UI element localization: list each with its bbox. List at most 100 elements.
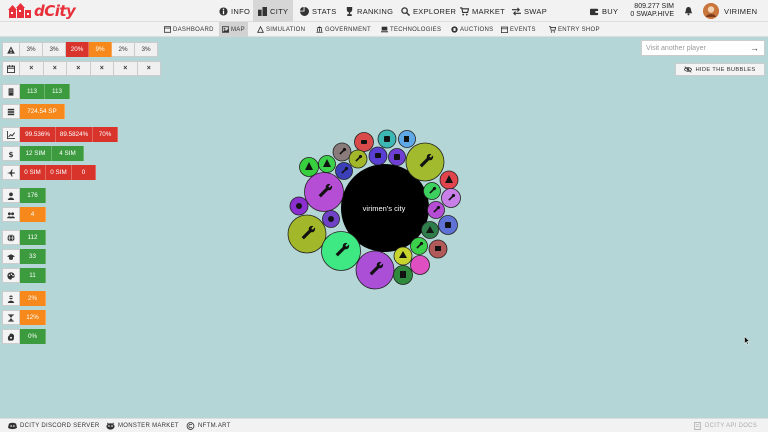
calendar-close-button[interactable]: × bbox=[43, 61, 67, 76]
population-cell: 176 bbox=[20, 188, 46, 203]
svg-text:$: $ bbox=[8, 150, 13, 158]
discord-icon bbox=[8, 422, 17, 430]
calendar-close-button[interactable]: × bbox=[20, 61, 44, 76]
tab-dashboard-label: DASHBOARD bbox=[173, 26, 214, 33]
tab-simulation[interactable]: SIMULATION bbox=[254, 22, 308, 37]
risk-cell: 3% bbox=[135, 42, 158, 57]
tab-government-label: GOVERNMENT bbox=[325, 26, 372, 33]
calendar-close-button[interactable]: × bbox=[90, 61, 114, 76]
nav-buy[interactable]: BUY bbox=[585, 0, 623, 22]
pollution-icon bbox=[2, 329, 20, 344]
balance-hive: 0 SWAP.HIVE bbox=[630, 11, 674, 18]
nftm-link-label: NFTM.ART bbox=[198, 423, 231, 429]
expense-cell: 0 SIM bbox=[46, 165, 72, 180]
username: VIRIMEN bbox=[724, 6, 758, 16]
income-cell: 12 SIM bbox=[20, 146, 52, 161]
building-bubble[interactable] bbox=[410, 255, 430, 275]
efficiency-cell: 89.5824% bbox=[56, 127, 93, 142]
arrow-right-icon[interactable]: → bbox=[750, 43, 759, 53]
nftm-link[interactable]: NFTM.ART bbox=[186, 419, 231, 432]
calendar-row: × × × × × × bbox=[2, 61, 161, 76]
tab-government[interactable]: GOVERNMENT bbox=[313, 22, 374, 37]
avatar bbox=[703, 3, 719, 19]
income-cell: 4 SIM bbox=[52, 146, 84, 161]
nav-swap-label: SWAP bbox=[524, 6, 548, 16]
calendar-close-button[interactable]: × bbox=[67, 61, 91, 76]
dashboard-icon bbox=[164, 26, 171, 33]
bell-icon[interactable] bbox=[684, 6, 693, 16]
nav-ranking-label: RANKING bbox=[357, 6, 394, 16]
tab-auctions-label: AUCTIONS bbox=[460, 26, 494, 33]
workers-cell: 4 bbox=[20, 207, 46, 222]
calendar-close-button[interactable]: × bbox=[137, 61, 161, 76]
users-icon bbox=[2, 207, 20, 222]
tab-entry-shop[interactable]: ENTRY SHOP bbox=[546, 22, 603, 37]
layers-icon bbox=[2, 104, 20, 119]
nav-market[interactable]: MARKET bbox=[455, 0, 510, 22]
risk-cell: 3% bbox=[43, 42, 66, 57]
tab-auctions[interactable]: AUCTIONS bbox=[448, 22, 496, 37]
nav-info[interactable]: INFO bbox=[214, 0, 255, 22]
buildings-row: 113 113 bbox=[2, 84, 70, 99]
risk-cell: 20% bbox=[66, 42, 89, 57]
buildings-cell: 113 bbox=[20, 84, 45, 99]
sp-cell: 724.54 SP bbox=[20, 104, 65, 119]
sub-nav: DASHBOARD MAP SIMULATION GOVERNMENT TECH… bbox=[0, 22, 768, 37]
top-bar: dCity INFO CITY STATS RANKING EXPLORER M… bbox=[0, 0, 768, 22]
technologies-icon bbox=[381, 26, 388, 33]
risk-cell: 2% bbox=[112, 42, 135, 57]
nav-market-label: MARKET bbox=[472, 6, 506, 16]
nav-explorer-label: EXPLORER bbox=[413, 6, 457, 16]
eye-slash-icon bbox=[684, 66, 693, 73]
discord-link[interactable]: DCITY DISCORD SERVER bbox=[8, 419, 99, 432]
efficiency-row: 99.536% 89.5824% 70% bbox=[2, 127, 118, 142]
nav-buy-label: BUY bbox=[602, 6, 619, 16]
monster-icon bbox=[106, 422, 115, 430]
visit-player-field[interactable]: Visit another player → bbox=[641, 40, 765, 56]
nav-swap[interactable]: SWAP bbox=[507, 0, 552, 22]
nav-explorer[interactable]: EXPLORER bbox=[396, 0, 461, 22]
nav-stats-label: STATS bbox=[312, 6, 337, 16]
students-cell: 33 bbox=[20, 249, 46, 264]
hide-bubbles-label: HIDE THE BUBBLES bbox=[695, 66, 756, 73]
education-cell: 112 bbox=[20, 230, 46, 245]
tab-technologies[interactable]: TECHNOLOGIES bbox=[378, 22, 444, 37]
api-docs-link[interactable]: DCITY API DOCS bbox=[693, 419, 757, 432]
education-row: 112 bbox=[2, 230, 46, 245]
nav-city[interactable]: CITY bbox=[253, 0, 294, 22]
calendar-close-button[interactable]: × bbox=[114, 61, 138, 76]
nav-info-label: INFO bbox=[231, 6, 251, 16]
graduation-cap-icon bbox=[2, 249, 20, 264]
city-name-label: virimen's city bbox=[363, 204, 406, 213]
crime-row: 2% bbox=[2, 291, 46, 306]
copyright-icon bbox=[186, 422, 195, 430]
city-bubble-map[interactable]: virimen's city bbox=[280, 125, 470, 295]
workers-row: 4 bbox=[2, 207, 46, 222]
tab-map[interactable]: MAP bbox=[219, 22, 248, 37]
pollution-row: 0% bbox=[2, 329, 46, 344]
user-menu[interactable]: VIRIMEN bbox=[703, 2, 757, 20]
brand-name: dCity bbox=[34, 2, 76, 20]
city-icon bbox=[258, 6, 267, 16]
nav-stats[interactable]: STATS bbox=[295, 0, 342, 22]
hide-bubbles-button[interactable]: HIDE THE BUBBLES bbox=[675, 63, 765, 76]
dcity-logo[interactable]: dCity bbox=[8, 2, 76, 20]
nav-city-label: CITY bbox=[270, 6, 289, 16]
risk-cell: 9% bbox=[89, 42, 112, 57]
balance-display: 809.277 SIM 0 SWAP.HIVE bbox=[622, 3, 674, 19]
nav-ranking[interactable]: RANKING bbox=[340, 0, 398, 22]
mouse-cursor-icon bbox=[744, 336, 750, 345]
document-icon bbox=[694, 422, 701, 430]
globe-icon bbox=[2, 230, 20, 245]
city-houses-icon bbox=[8, 3, 31, 18]
efficiency-cell: 99.536% bbox=[20, 127, 56, 142]
tab-dashboard[interactable]: DASHBOARD bbox=[161, 22, 217, 37]
shop-icon bbox=[549, 26, 556, 33]
expense-cell: 0 SIM bbox=[20, 165, 46, 180]
monster-market-link[interactable]: MONSTER MARKET bbox=[106, 419, 179, 432]
visit-player-placeholder: Visit another player bbox=[646, 44, 706, 52]
tab-events-label: EVENTS bbox=[510, 26, 536, 33]
tab-events[interactable]: EVENTS bbox=[498, 22, 539, 37]
tab-simulation-label: SIMULATION bbox=[266, 26, 306, 33]
palette-icon bbox=[2, 268, 20, 283]
